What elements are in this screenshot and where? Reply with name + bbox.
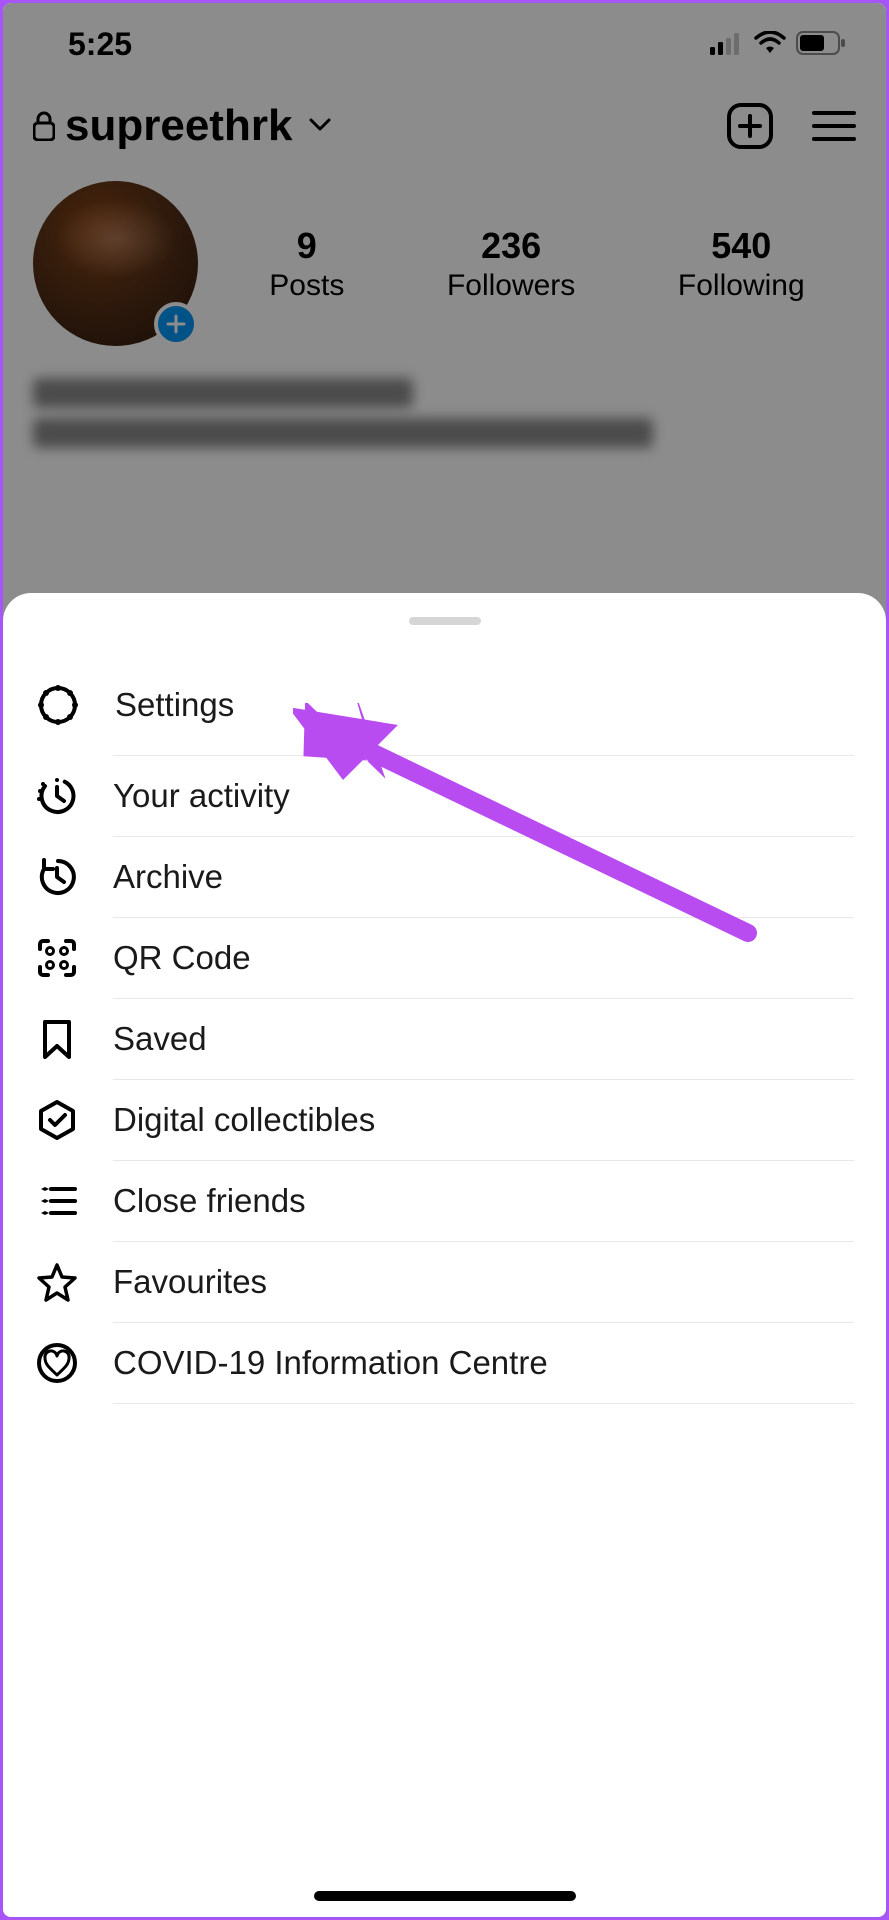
menu-item-covid-info[interactable]: COVID-19 Information Centre [35, 1323, 854, 1403]
menu-item-label: Settings [115, 686, 234, 724]
menu-list: Settings Your activity Archive [3, 655, 886, 1404]
sheet-grabber[interactable] [409, 617, 481, 625]
menu-item-saved[interactable]: Saved [35, 999, 854, 1079]
home-indicator[interactable] [314, 1891, 576, 1901]
menu-item-archive[interactable]: Archive [35, 837, 854, 917]
menu-item-close-friends[interactable]: Close friends [35, 1161, 854, 1241]
hexagon-check-icon [35, 1098, 79, 1142]
menu-item-label: QR Code [113, 939, 251, 977]
menu-item-label: Favourites [113, 1263, 267, 1301]
archive-icon [35, 855, 79, 899]
bottom-sheet: Settings Your activity Archive [3, 593, 886, 1917]
star-icon [35, 1260, 79, 1304]
menu-item-label: Archive [113, 858, 223, 896]
menu-item-label: Your activity [113, 777, 290, 815]
close-friends-icon [35, 1179, 79, 1223]
menu-item-digital-collectibles[interactable]: Digital collectibles [35, 1080, 854, 1160]
menu-item-qr-code[interactable]: QR Code [35, 918, 854, 998]
menu-item-label: Digital collectibles [113, 1101, 375, 1139]
gear-icon [35, 682, 81, 728]
menu-item-label: Saved [113, 1020, 207, 1058]
menu-item-favourites[interactable]: Favourites [35, 1242, 854, 1322]
menu-item-settings[interactable]: Settings [35, 655, 854, 755]
menu-item-your-activity[interactable]: Your activity [35, 756, 854, 836]
menu-item-label: Close friends [113, 1182, 306, 1220]
bookmark-icon [35, 1017, 79, 1061]
activity-icon [35, 774, 79, 818]
menu-item-label: COVID-19 Information Centre [113, 1344, 548, 1382]
qr-icon [35, 936, 79, 980]
covid-icon [35, 1341, 79, 1385]
